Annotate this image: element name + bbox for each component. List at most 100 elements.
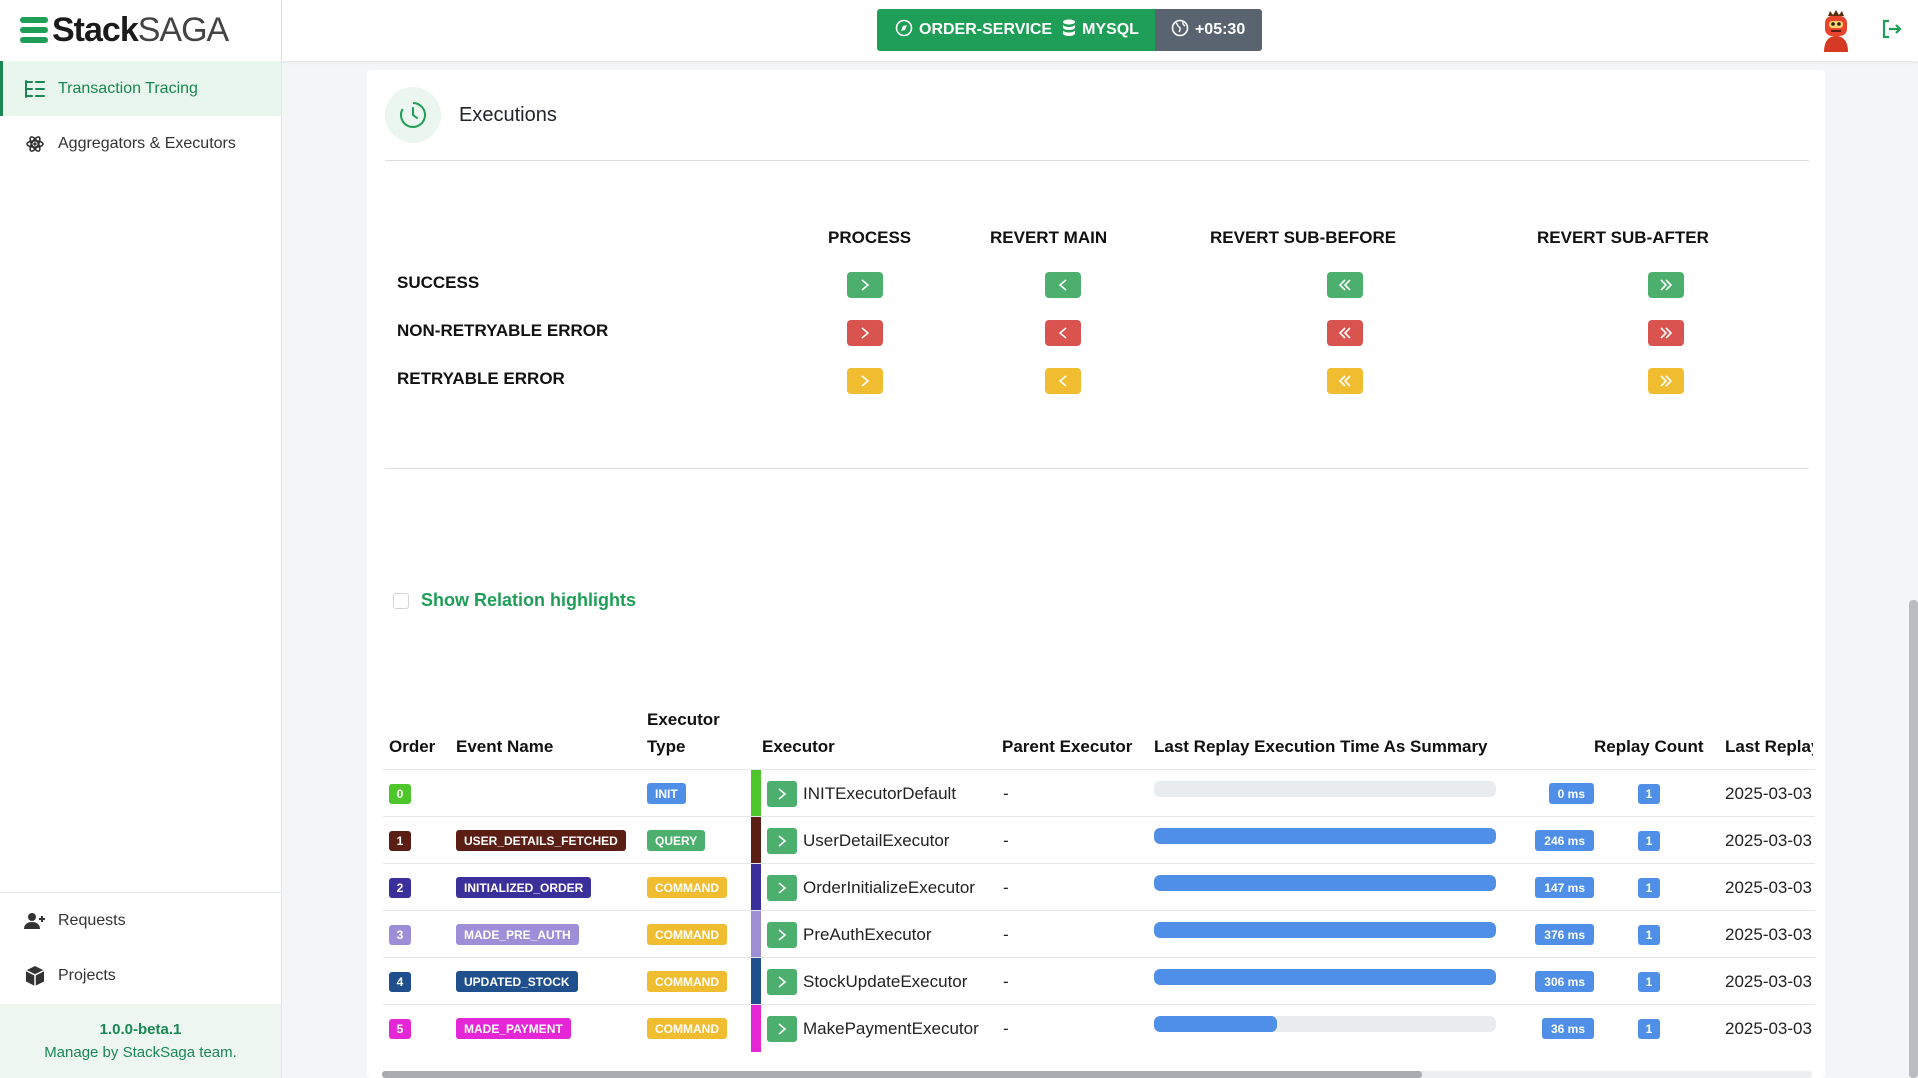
chevron-right-icon[interactable]: [767, 780, 797, 807]
order-badge: 3: [389, 924, 411, 945]
col-header-executor-type-2: Type: [647, 737, 686, 756]
table-row[interactable]: 5 MADE_PAYMENT COMMAND MakePaymentExecutor -…: [383, 1004, 1815, 1052]
sidebar: Stack SAGA Transaction Tracing Aggregator…: [0, 0, 282, 1078]
legend-col-revert-sub-after: REVERT SUB-AFTER: [1537, 228, 1709, 247]
legend-col-revert-main: REVERT MAIN: [990, 228, 1108, 247]
clock-icon: [385, 87, 441, 143]
executor-name[interactable]: OrderInitializeExecutor: [803, 878, 975, 898]
database-icon: [1062, 19, 1076, 42]
table-row[interactable]: 0 INIT INITExecutorDefault - 0 ms 1 2025-03-03: [383, 769, 1815, 817]
version-label: 1.0.0-beta.1: [99, 1021, 182, 1038]
execution-time-bar: [1154, 969, 1496, 985]
executor-name[interactable]: PreAuthExecutor: [803, 925, 932, 945]
col-header-event-name: Event Name: [456, 737, 554, 756]
execution-time-fill: [1154, 1016, 1278, 1032]
relation-highlight-label: Show Relation highlights: [421, 590, 636, 610]
executor-name[interactable]: StockUpdateExecutor: [803, 972, 967, 992]
executor-name[interactable]: MakePaymentExecutor: [803, 1019, 979, 1039]
brand-light: SAGA: [137, 10, 229, 49]
execution-time-badge: 376 ms: [1535, 924, 1594, 945]
sidebar-bottom-nav: Requests Projects: [0, 892, 281, 1003]
double-chevron-left-icon: [1327, 272, 1363, 298]
chevron-right-icon[interactable]: [767, 921, 797, 948]
sidebar-item-projects[interactable]: Projects: [0, 948, 281, 1003]
logout-icon[interactable]: [1879, 17, 1903, 41]
last-replay-date: 2025-03-03: [1725, 924, 1812, 944]
executor-type-badge: QUERY: [647, 830, 706, 851]
chevron-right-icon: [847, 320, 883, 346]
vertical-scrollbar[interactable]: [1909, 600, 1918, 1078]
execution-time-fill: [1154, 828, 1496, 844]
executor-type-badge: INIT: [647, 783, 686, 804]
col-header-order: Order: [389, 737, 436, 756]
database-name: MYSQL: [1082, 21, 1139, 38]
execution-time-bar: [1154, 875, 1496, 891]
execution-time-badge: 246 ms: [1535, 830, 1594, 851]
sidebar-item-aggregators-executors[interactable]: Aggregators & Executors: [0, 116, 281, 171]
executor-color-strip: [751, 911, 761, 958]
service-icon: [895, 19, 913, 42]
legend-col-process: PROCESS: [828, 228, 912, 247]
horizontal-scrollbar[interactable]: [382, 1071, 1812, 1078]
parent-executor: -: [1003, 924, 1009, 944]
stacksaga-logo-icon: [20, 17, 48, 43]
horizontal-scroll-thumb[interactable]: [382, 1071, 1422, 1078]
sidebar-item-requests[interactable]: Requests: [0, 893, 281, 948]
chevron-right-icon[interactable]: [767, 1015, 797, 1042]
divider: [385, 468, 1809, 469]
table-row[interactable]: 1 USER_DETAILS_FETCHED QUERY UserDetailExec…: [383, 816, 1815, 864]
brand-bold: Stack: [52, 10, 139, 49]
execution-time-badge: 147 ms: [1535, 877, 1594, 898]
executions-card: Executions PROCESS REVERT MAIN REVERT SU…: [367, 70, 1825, 1078]
chevron-right-icon: [847, 368, 883, 394]
parent-executor: -: [1003, 1018, 1009, 1038]
executor-color-strip: [751, 1005, 761, 1052]
col-header-executor: Executor: [762, 737, 835, 756]
chevron-right-icon[interactable]: [767, 827, 797, 854]
timezone-segment[interactable]: +05:30: [1154, 9, 1263, 51]
order-badge: 5: [389, 1018, 411, 1039]
table-row[interactable]: 4 UPDATED_STOCK COMMAND StockUpdateExecutor…: [383, 957, 1815, 1005]
col-header-replay-count: Replay Count: [1594, 737, 1704, 756]
environment-badge[interactable]: ORDER-SERVICE MYSQL +05:30: [877, 9, 1263, 51]
divider: [385, 160, 1809, 161]
double-chevron-left-icon: [1327, 320, 1363, 346]
replay-count-badge: 1: [1638, 877, 1660, 898]
last-replay-date: 2025-03-03: [1725, 877, 1812, 897]
executor-name[interactable]: UserDetailExecutor: [803, 831, 949, 851]
sidebar-nav: Transaction Tracing Aggregators & Execut…: [0, 61, 281, 171]
table-row[interactable]: 2 INITIALIZED_ORDER COMMAND OrderInitialize…: [383, 863, 1815, 911]
avatar[interactable]: [1820, 10, 1852, 52]
executor-name[interactable]: INITExecutorDefault: [803, 784, 956, 804]
chevron-right-icon[interactable]: [767, 874, 797, 901]
parent-executor: -: [1003, 971, 1009, 991]
sidebar-item-label: Projects: [58, 966, 116, 984]
order-badge: 2: [389, 877, 411, 898]
service-name: ORDER-SERVICE: [919, 21, 1053, 38]
executor-color-strip: [751, 770, 761, 817]
execution-time-badge: 0 ms: [1548, 783, 1594, 804]
last-replay-date: 2025-03-03: [1725, 1018, 1812, 1038]
executor-color-strip: [751, 958, 761, 1005]
chevron-right-icon[interactable]: [767, 968, 797, 995]
col-header-parent-executor: Parent Executor: [1002, 737, 1133, 756]
atom-icon: [22, 133, 48, 155]
sidebar-item-transaction-tracing[interactable]: Transaction Tracing: [0, 61, 281, 116]
relation-highlight-checkbox[interactable]: [393, 592, 409, 609]
brand-logo[interactable]: Stack SAGA: [20, 10, 229, 50]
execution-time-badge: 36 ms: [1541, 1018, 1594, 1039]
double-chevron-right-icon: [1648, 320, 1684, 346]
table-row[interactable]: 3 MADE_PRE_AUTH COMMAND PreAuthExecutor - 376…: [383, 910, 1815, 958]
service-segment[interactable]: ORDER-SERVICE MYSQL: [877, 9, 1155, 51]
event-name-badge: UPDATED_STOCK: [456, 971, 578, 992]
card-header: Executions: [385, 86, 557, 144]
relation-highlight-toggle[interactable]: Show Relation highlights: [393, 590, 636, 611]
last-replay-date: 2025-03-03: [1725, 830, 1812, 850]
legend-row-success: SUCCESS: [397, 273, 480, 292]
globe-icon: [1171, 19, 1189, 42]
tree-list-icon: [22, 78, 48, 100]
executor-color-strip: [751, 864, 761, 911]
order-badge: 0: [389, 783, 411, 804]
sidebar-item-label: Transaction Tracing: [58, 79, 198, 97]
event-name-badge: USER_DETAILS_FETCHED: [456, 830, 626, 851]
